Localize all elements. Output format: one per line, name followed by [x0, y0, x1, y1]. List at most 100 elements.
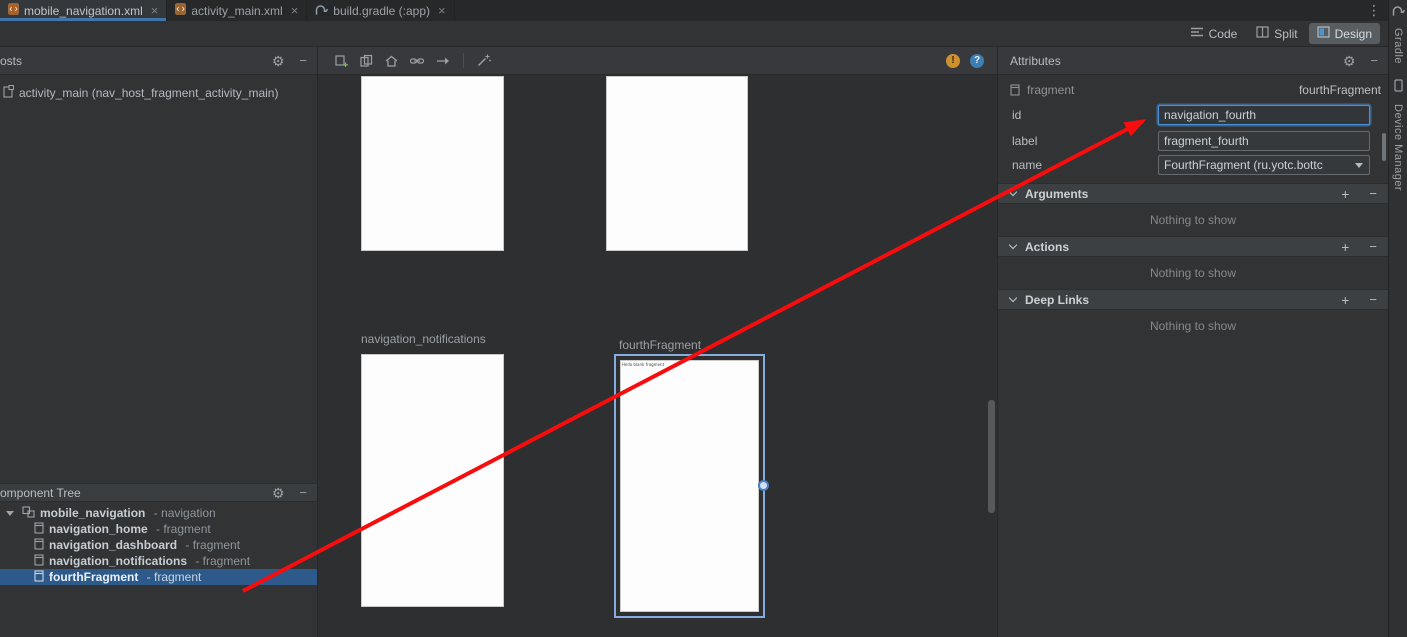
add-action-icon[interactable]: + [1341, 239, 1349, 255]
chevron-down-icon[interactable] [6, 511, 14, 516]
attributes-panel-header: Attributes ⚙ − [998, 47, 1388, 75]
section-title: Arguments [1025, 187, 1088, 201]
id-field-wrapper [1158, 105, 1370, 125]
section-header-deep-links[interactable]: Deep Links + − [998, 289, 1388, 310]
label-attribute-label: label [1012, 134, 1037, 148]
remove-action-icon[interactable]: − [1369, 239, 1377, 254]
design-view-icon [1317, 26, 1330, 41]
chevron-down-icon[interactable] [1009, 294, 1017, 302]
split-view-button[interactable]: Split [1248, 23, 1305, 44]
hide-panel-icon[interactable]: − [1370, 54, 1378, 67]
design-toolbar: ! ? [318, 47, 997, 75]
tab-label: build.gradle (:app) [333, 4, 430, 18]
hosts-panel-title: osts [0, 54, 22, 68]
tree-item-navigation-notifications[interactable]: navigation_notifications - fragment [0, 553, 317, 569]
device-manager-tool-button[interactable]: Device Manager [1392, 104, 1404, 191]
close-icon[interactable]: × [438, 4, 446, 17]
android-studio-navigation-editor: mobile_navigation.xml × activity_main.xm… [0, 0, 1407, 637]
remove-argument-icon[interactable]: − [1369, 186, 1377, 201]
deep-link-icon[interactable] [409, 54, 425, 68]
close-icon[interactable]: × [291, 4, 299, 17]
auto-arrange-wand-icon[interactable] [476, 53, 492, 68]
split-view-icon [1256, 26, 1269, 41]
tree-item-navigation-home[interactable]: navigation_home - fragment [0, 521, 317, 537]
tree-item-name: navigation_dashboard [49, 538, 177, 552]
kebab-menu-icon[interactable]: ⋮ [1360, 0, 1388, 21]
gear-icon[interactable]: ⚙ [272, 54, 285, 68]
gradle-tool-button[interactable]: Gradle [1392, 28, 1404, 64]
tree-item-fourthfragment[interactable]: fourthFragment - fragment [0, 569, 317, 585]
section-header-actions[interactable]: Actions + − [998, 236, 1388, 257]
gear-icon[interactable]: ⚙ [272, 486, 285, 500]
chevron-down-icon[interactable] [1009, 241, 1017, 249]
gradle-file-icon [315, 4, 328, 18]
hosts-panel-header: osts ⚙ − [0, 47, 317, 75]
id-attribute-label: id [1012, 108, 1021, 122]
gear-icon[interactable]: ⚙ [1343, 54, 1356, 68]
arguments-empty-text: Nothing to show [998, 213, 1388, 227]
selected-component-row: fragment fourthFragment [998, 81, 1388, 99]
code-view-label: Code [1209, 27, 1238, 41]
navigation-graph-surface[interactable]: navigation_notifications fourthFragment … [318, 75, 997, 637]
attributes-scrollbar[interactable] [1382, 133, 1386, 161]
id-field[interactable] [1159, 106, 1369, 124]
section-header-arguments[interactable]: Arguments + − [998, 183, 1388, 204]
assign-start-destination-icon[interactable] [384, 54, 399, 68]
action-arrow-icon[interactable] [435, 54, 451, 68]
destination-notifications-preview[interactable] [361, 354, 504, 607]
code-view-button[interactable]: Code [1182, 23, 1246, 44]
design-view-label: Design [1335, 27, 1372, 41]
chevron-down-icon[interactable] [1355, 163, 1363, 168]
component-type-label: fragment [1027, 83, 1074, 97]
nested-graph-icon[interactable] [359, 54, 374, 68]
right-tool-strip: Gradle Device Manager [1388, 0, 1407, 637]
device-manager-icon[interactable] [1394, 79, 1403, 95]
label-field[interactable] [1159, 132, 1369, 150]
host-item-label: activity_main (nav_host_fragment_activit… [19, 86, 278, 100]
name-combobox[interactable]: FourthFragment (ru.yotc.bottc [1158, 155, 1370, 175]
tab-activity-main-xml[interactable]: activity_main.xml × [167, 0, 307, 21]
add-deep-link-icon[interactable]: + [1341, 292, 1349, 308]
add-argument-icon[interactable]: + [1341, 186, 1349, 202]
chevron-down-icon[interactable] [1009, 188, 1017, 196]
destination-label-fourth[interactable]: fourthFragment [619, 338, 701, 352]
tree-item-type: - fragment [143, 570, 201, 584]
tree-item-type: - fragment [182, 538, 240, 552]
tree-item-mobile-navigation[interactable]: mobile_navigation - navigation [0, 505, 317, 521]
destination-dashboard-preview[interactable] [606, 76, 748, 251]
navigation-graph-icon [22, 506, 35, 521]
tree-item-name: mobile_navigation [40, 506, 145, 520]
fragment-icon [1010, 84, 1020, 96]
design-canvas-panel: ! ? navigation_notifications fourthFragm… [318, 47, 997, 637]
actions-empty-text: Nothing to show [998, 266, 1388, 280]
tab-label: activity_main.xml [191, 4, 282, 18]
attribute-row-id: id [998, 105, 1388, 125]
fragment-preview-text: Hello blank fragment [621, 361, 758, 367]
tree-item-navigation-dashboard[interactable]: navigation_dashboard - fragment [0, 537, 317, 553]
attributes-panel-title: Attributes [1010, 54, 1061, 68]
split-view-label: Split [1274, 27, 1297, 41]
remove-deep-link-icon[interactable]: − [1369, 292, 1377, 307]
close-icon[interactable]: × [151, 4, 159, 17]
host-item-activity-main[interactable]: activity_main (nav_host_fragment_activit… [3, 85, 278, 101]
tab-build-gradle[interactable]: build.gradle (:app) × [307, 0, 454, 21]
gradle-icon[interactable] [1392, 5, 1405, 19]
new-destination-icon[interactable] [334, 54, 349, 68]
component-tree-header: omponent Tree ⚙ − [0, 483, 317, 502]
action-connection-handle[interactable] [758, 480, 769, 491]
destination-home-preview[interactable] [361, 76, 504, 251]
destination-label-notifications[interactable]: navigation_notifications [361, 332, 486, 346]
hide-panel-icon[interactable]: − [299, 54, 307, 67]
attribute-row-label: label [998, 131, 1388, 151]
component-tree-title: omponent Tree [0, 486, 81, 500]
canvas-vertical-scrollbar[interactable] [988, 400, 995, 513]
help-icon[interactable]: ? [970, 54, 984, 68]
tab-mobile-navigation-xml[interactable]: mobile_navigation.xml × [0, 0, 167, 21]
editor-mode-toolbar: Code Split Design [0, 21, 1388, 47]
deep-links-empty-text: Nothing to show [998, 319, 1388, 333]
left-panel: osts ⚙ − activity_main (nav_host_fragmen… [0, 47, 318, 637]
warning-indicator-icon[interactable]: ! [946, 54, 960, 68]
design-view-button[interactable]: Design [1309, 23, 1380, 44]
destination-fourth-preview-selected[interactable]: Hello blank fragment [614, 354, 765, 618]
hide-panel-icon[interactable]: − [299, 486, 307, 499]
